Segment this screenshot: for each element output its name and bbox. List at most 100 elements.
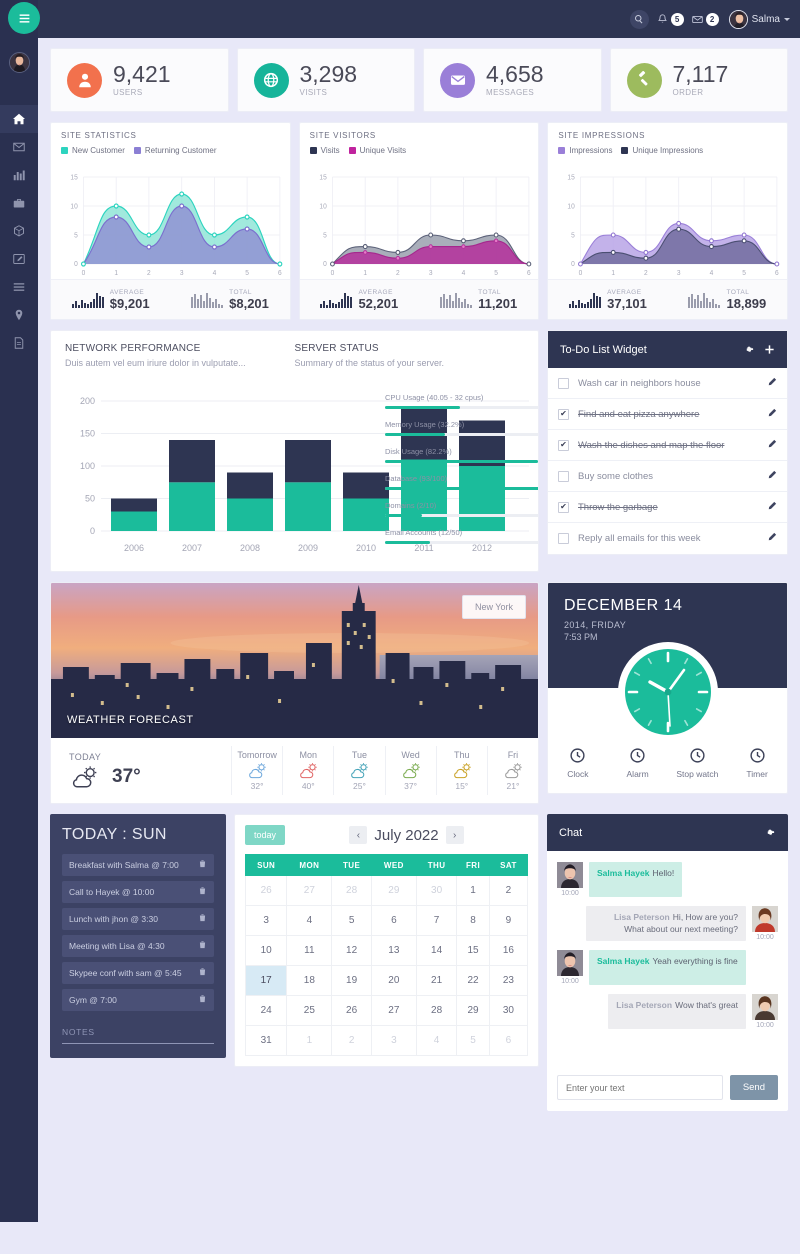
clock-action-alarm[interactable]: Alarm: [608, 748, 668, 780]
search-button[interactable]: [629, 9, 649, 29]
calendar-day[interactable]: 26: [331, 995, 372, 1026]
agenda-item[interactable]: Gym @ 7:00: [62, 989, 214, 1011]
todo-checkbox[interactable]: [558, 439, 569, 451]
agenda-item[interactable]: Call to Hayek @ 10:00: [62, 881, 214, 903]
calendar-day[interactable]: 23: [488, 965, 529, 996]
delete-button[interactable]: [198, 913, 207, 925]
calendar-day[interactable]: 9: [488, 905, 529, 936]
edit-button[interactable]: [767, 501, 777, 514]
chat-input[interactable]: [557, 1075, 723, 1100]
sidebar-item-box[interactable]: [0, 217, 38, 245]
agenda-item[interactable]: Lunch with jhon @ 3:30: [62, 908, 214, 930]
calendar-day[interactable]: 5: [456, 1025, 490, 1056]
legend-item[interactable]: Impressions: [558, 146, 612, 155]
legend-item[interactable]: Returning Customer: [133, 146, 217, 155]
sidebar-toggle-button[interactable]: [8, 2, 40, 34]
calendar-day[interactable]: 19: [331, 965, 372, 996]
sidebar-item-map[interactable]: [0, 301, 38, 329]
todo-item[interactable]: Find and eat pizza anywhere: [548, 399, 787, 430]
calendar-day[interactable]: 26: [244, 875, 288, 906]
todo-item[interactable]: Wash car in neighbors house: [548, 368, 787, 399]
calendar-day[interactable]: 21: [415, 965, 458, 996]
gear-icon[interactable]: [744, 344, 755, 355]
calendar-day[interactable]: 5: [331, 905, 372, 936]
calendar-day[interactable]: 2: [331, 1025, 372, 1056]
edit-button[interactable]: [767, 470, 777, 483]
legend-item[interactable]: New Customer: [61, 146, 125, 155]
delete-button[interactable]: [198, 886, 207, 898]
weather-day[interactable]: Thu 15°: [435, 746, 487, 795]
calendar-today-button[interactable]: today: [245, 825, 286, 845]
edit-button[interactable]: [767, 377, 777, 390]
stat-card-messages[interactable]: 4,658 MESSAGES: [423, 48, 602, 112]
calendar-day[interactable]: 6: [488, 1025, 529, 1056]
calendar-day[interactable]: 30: [415, 875, 458, 906]
todo-checkbox[interactable]: [558, 408, 569, 420]
calendar-day[interactable]: 20: [370, 965, 417, 996]
todo-item[interactable]: Buy some clothes: [548, 461, 787, 492]
calendar-day[interactable]: 3: [370, 1025, 417, 1056]
sidebar-avatar[interactable]: [9, 52, 30, 73]
calendar-next-button[interactable]: ›: [445, 826, 464, 844]
delete-button[interactable]: [198, 967, 207, 979]
stat-card-order[interactable]: 7,117 ORDER: [609, 48, 788, 112]
calendar-day[interactable]: 18: [286, 965, 333, 996]
agenda-item[interactable]: Breakfast with Salma @ 7:00: [62, 854, 214, 876]
gear-icon[interactable]: [765, 827, 776, 838]
agenda-notes-line[interactable]: [62, 1043, 214, 1044]
todo-checkbox[interactable]: [558, 377, 569, 389]
delete-button[interactable]: [198, 940, 207, 952]
stat-card-visits[interactable]: 3,298 VISITS: [236, 48, 415, 112]
todo-checkbox[interactable]: [558, 470, 569, 482]
edit-button[interactable]: [767, 408, 777, 421]
calendar-day[interactable]: 25: [286, 995, 333, 1026]
delete-button[interactable]: [198, 859, 207, 871]
calendar-day[interactable]: 7: [415, 905, 458, 936]
calendar-day[interactable]: 24: [244, 995, 288, 1026]
calendar-day[interactable]: 28: [415, 995, 458, 1026]
sidebar-item-file[interactable]: [0, 329, 38, 357]
todo-item[interactable]: Wash the dishes and map the floor: [548, 430, 787, 461]
calendar-day[interactable]: 14: [415, 935, 458, 966]
clock-action-clock[interactable]: Clock: [548, 748, 608, 780]
weather-day[interactable]: Wed 37°: [384, 746, 436, 795]
agenda-item[interactable]: Skypee conf with sam @ 5:45: [62, 962, 214, 984]
calendar-day[interactable]: 8: [456, 905, 490, 936]
calendar-day[interactable]: 30: [488, 995, 529, 1026]
calendar-day[interactable]: 2: [488, 875, 529, 906]
weather-day[interactable]: Tomorrow 32°: [231, 746, 282, 795]
todo-checkbox[interactable]: [558, 533, 569, 544]
calendar-day[interactable]: 3: [244, 905, 288, 936]
plus-icon[interactable]: [764, 344, 775, 355]
clock-action-stopwatch[interactable]: Stop watch: [668, 748, 728, 780]
edit-button[interactable]: [767, 439, 777, 452]
delete-button[interactable]: [198, 994, 207, 1006]
calendar-day[interactable]: 27: [370, 995, 417, 1026]
calendar-day[interactable]: 15: [456, 935, 490, 966]
weather-day[interactable]: Tue 25°: [333, 746, 384, 795]
messages-button[interactable]: 2: [691, 12, 719, 26]
calendar-day[interactable]: 6: [370, 905, 417, 936]
weather-day[interactable]: Mon 40°: [282, 746, 333, 795]
legend-item[interactable]: Unique Impressions: [621, 146, 703, 155]
calendar-day[interactable]: 27: [286, 875, 333, 906]
calendar-day[interactable]: 31: [244, 1025, 288, 1056]
calendar-day[interactable]: 13: [370, 935, 417, 966]
sidebar-item-charts[interactable]: [0, 161, 38, 189]
calendar-day[interactable]: 4: [286, 905, 333, 936]
legend-item[interactable]: Visits: [309, 146, 340, 155]
sidebar-item-list[interactable]: [0, 273, 38, 301]
calendar-day[interactable]: 28: [331, 875, 372, 906]
todo-item[interactable]: Reply all emails for this week: [548, 523, 787, 554]
weather-day[interactable]: Fri 21°: [486, 746, 538, 795]
sidebar-item-edit[interactable]: [0, 245, 38, 273]
calendar-day[interactable]: 10: [244, 935, 288, 966]
weather-city-selector[interactable]: New York: [461, 595, 526, 619]
clock-action-timer[interactable]: Timer: [727, 748, 787, 780]
calendar-prev-button[interactable]: ‹: [349, 826, 368, 844]
calendar-day-selected[interactable]: 17: [244, 965, 288, 996]
calendar-day[interactable]: 22: [456, 965, 490, 996]
notifications-button[interactable]: 5: [657, 12, 684, 26]
calendar-day[interactable]: 16: [488, 935, 529, 966]
calendar-day[interactable]: 1: [456, 875, 490, 906]
